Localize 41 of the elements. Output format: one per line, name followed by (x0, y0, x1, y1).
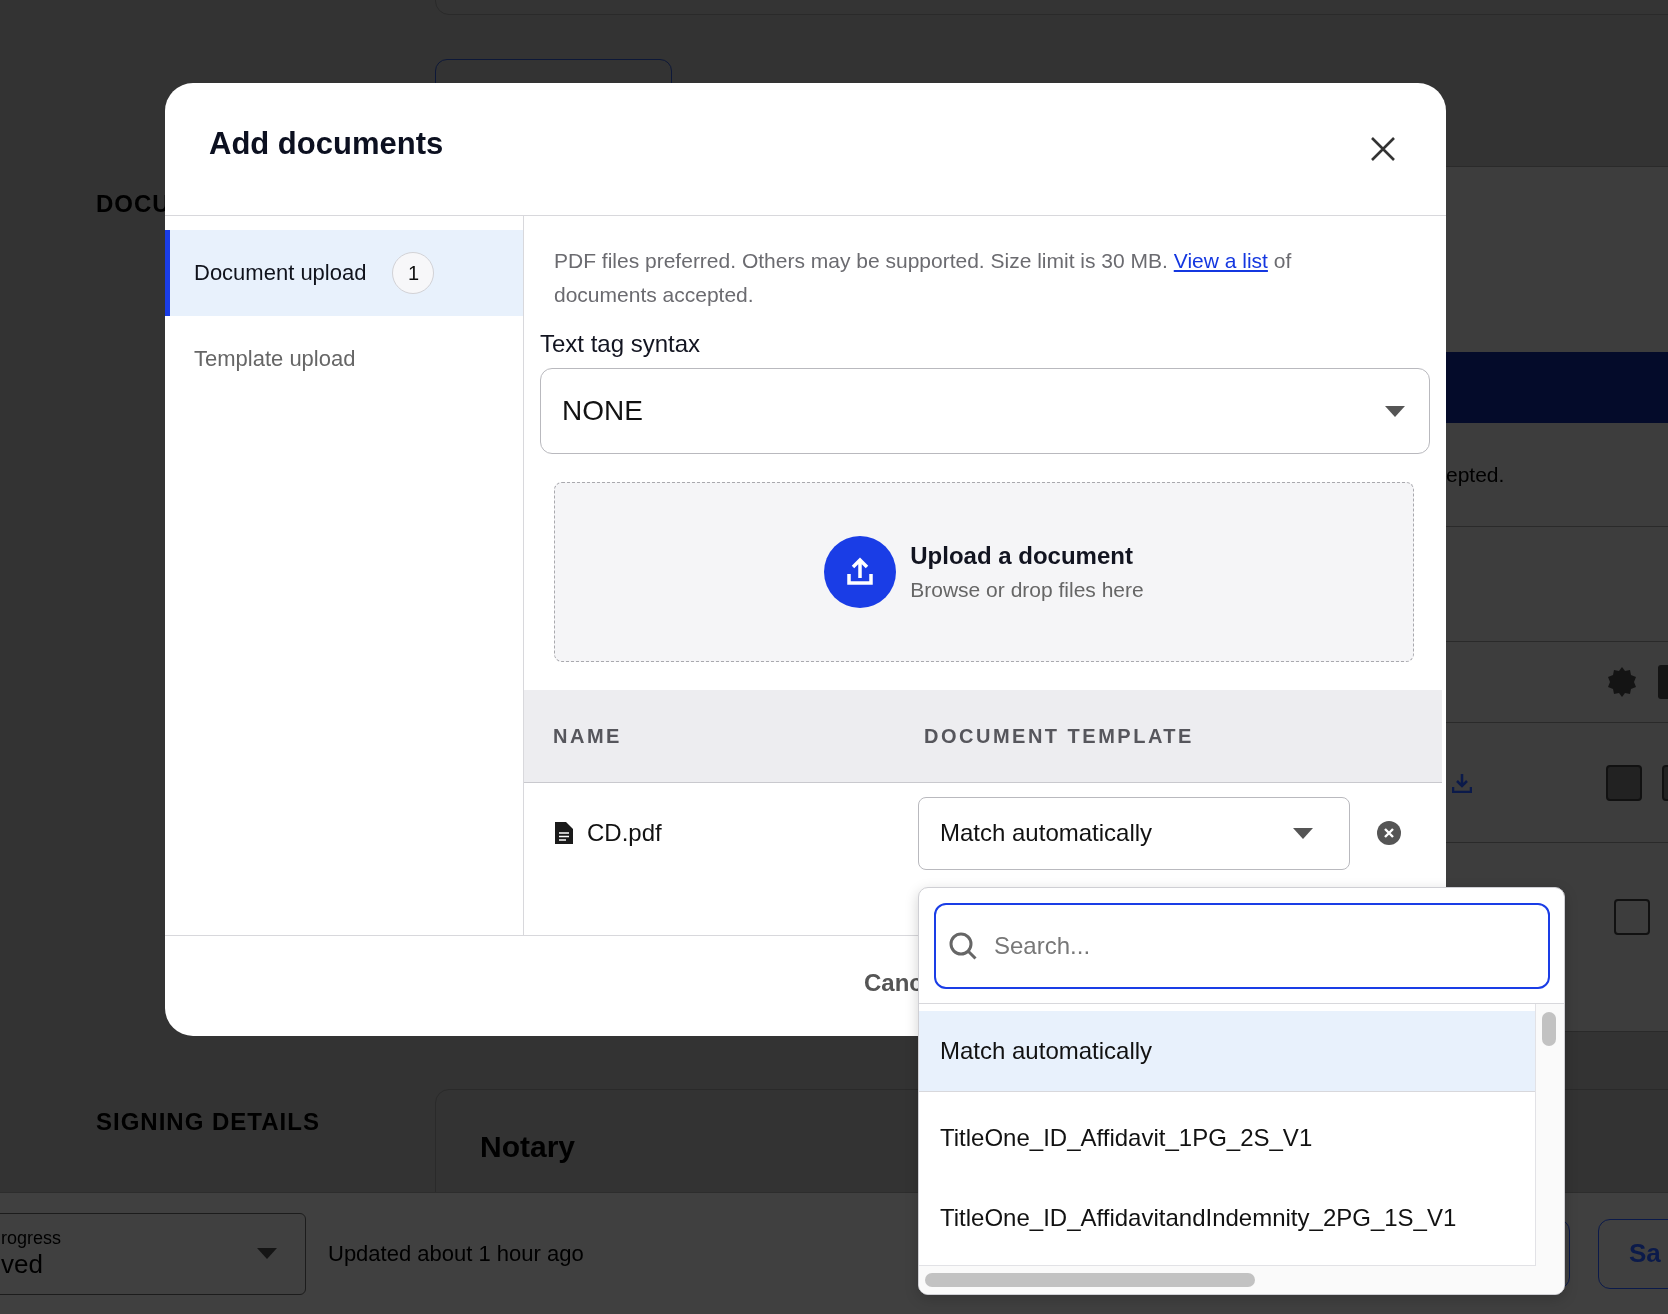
upload-dropzone[interactable]: Upload a document Browse or drop files here (554, 482, 1414, 662)
nav-item[interactable]: Template upload (165, 316, 523, 402)
search-icon (948, 931, 978, 961)
field-label: Text tag syntax (540, 330, 702, 358)
dropdown-option[interactable]: TitleOne_ID_Affidavit_1PG_2S_V1 (919, 1098, 1535, 1178)
notice-text: epted. (1446, 462, 1505, 487)
file-name: CD.pdf (587, 819, 662, 847)
checkbox[interactable] (1614, 898, 1650, 935)
scrollbar-thumb[interactable] (1542, 1012, 1556, 1046)
select-label: rogress (1, 1227, 63, 1249)
syntax-select[interactable]: NONE (540, 368, 1430, 454)
nav-label: Template upload (194, 346, 356, 372)
remove-button[interactable] (1376, 820, 1402, 846)
caret-icon (1385, 405, 1405, 417)
select-value: ved (1, 1248, 44, 1280)
file-icon (555, 822, 573, 844)
view-list-link[interactable]: View a list (1173, 249, 1268, 272)
count-badge: 1 (392, 252, 435, 294)
template-select[interactable]: Match automatically (918, 796, 1350, 870)
upload-icon (824, 536, 897, 608)
caret-icon (257, 1248, 277, 1259)
dropdown-option[interactable]: Match automatically (919, 1011, 1535, 1092)
gear-icon (1606, 666, 1638, 698)
dialog-title: Add documents (209, 126, 444, 162)
clear-icon (1376, 820, 1402, 846)
column-header: DOCUMENT TEMPLATE (924, 724, 1195, 748)
caret-icon (1293, 827, 1313, 839)
scrollbar-thumb[interactable] (925, 1273, 1255, 1287)
download-icon (1452, 772, 1472, 793)
updated-text: Updated about 1 hour ago (328, 1240, 584, 1267)
upload-title: Upload a document (910, 542, 1134, 570)
nav-label: Document upload (194, 260, 367, 286)
search-field[interactable]: Search... (934, 903, 1550, 989)
upload-hint: Browse or drop files here (910, 578, 1144, 602)
dropdown-option[interactable]: TitleOne_ID_AffidavitandIndemnity_2PG_1S_V1 (919, 1178, 1535, 1258)
cancel-button[interactable]: Canc (864, 969, 923, 997)
nav-item[interactable]: Document upload 1 (165, 230, 523, 316)
column-header: NAME (553, 724, 623, 748)
close-icon (1370, 136, 1396, 162)
checkbox[interactable] (1606, 764, 1642, 801)
info-text: PDF files preferred. Others may be supported. Size limit is 30 MB. View a list of documents accepted. (554, 248, 1293, 308)
